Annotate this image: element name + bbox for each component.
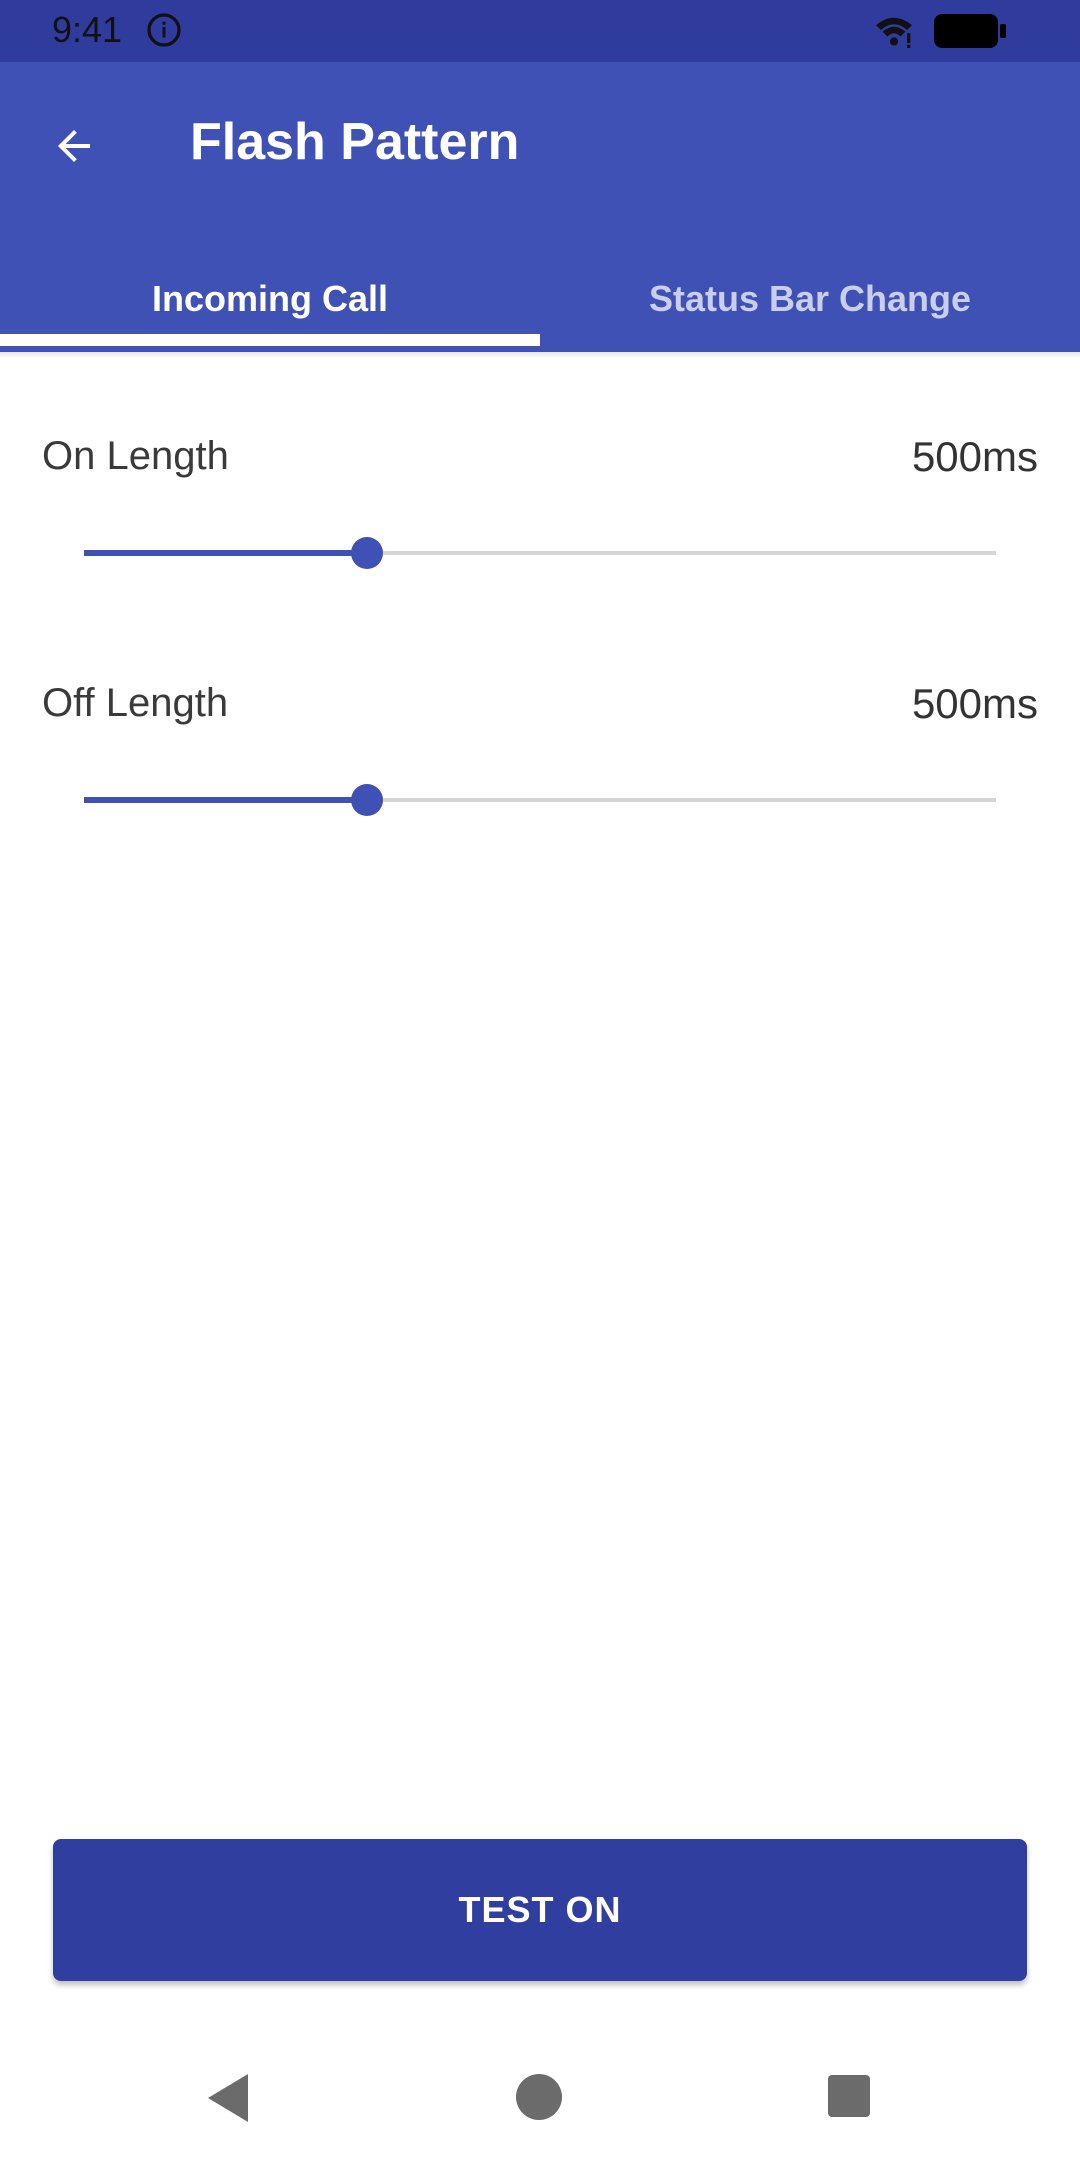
status-bar: 9:41	[0, 0, 1080, 62]
off-length-label: Off Length	[42, 681, 229, 725]
on-length-label: On Length	[42, 434, 229, 478]
flash-pattern-screen: 9:41 Flash Pattern Incoming Call Status …	[0, 0, 1080, 2160]
off-length-value: 500ms	[911, 680, 1038, 727]
back-button[interactable]	[30, 102, 118, 190]
tab-indicator	[0, 334, 540, 346]
slider-thumb[interactable]	[350, 537, 383, 569]
info-circle-icon	[147, 13, 181, 47]
slider-fill	[84, 550, 367, 556]
slider-fill	[84, 797, 367, 803]
page-title: Flash Pattern	[190, 113, 520, 171]
square-recents-icon[interactable]	[828, 2075, 870, 2117]
on-length-value: 500ms	[911, 433, 1038, 480]
off-length-slider[interactable]	[84, 780, 996, 820]
test-on-button-label: TEST ON	[458, 1889, 622, 1930]
app-bar: Flash Pattern Incoming Call Status Bar C…	[0, 62, 1080, 352]
arrow-back-icon	[58, 130, 90, 162]
triangle-back-icon[interactable]	[204, 2070, 252, 2126]
test-on-button[interactable]: TEST ON	[53, 1839, 1027, 1981]
wifi-icon	[876, 17, 912, 48]
tab-status-bar-change[interactable]: Status Bar Change	[540, 246, 1080, 352]
slider-thumb[interactable]	[350, 784, 383, 816]
status-time: 9:41	[52, 9, 123, 50]
tab-label: Incoming Call	[151, 278, 389, 319]
on-length-slider[interactable]	[84, 533, 996, 573]
circle-home-icon[interactable]	[516, 2074, 562, 2120]
battery-full-icon	[934, 14, 1006, 48]
app-bar-shadow	[0, 352, 1080, 358]
tab-label: Status Bar Change	[648, 278, 972, 319]
